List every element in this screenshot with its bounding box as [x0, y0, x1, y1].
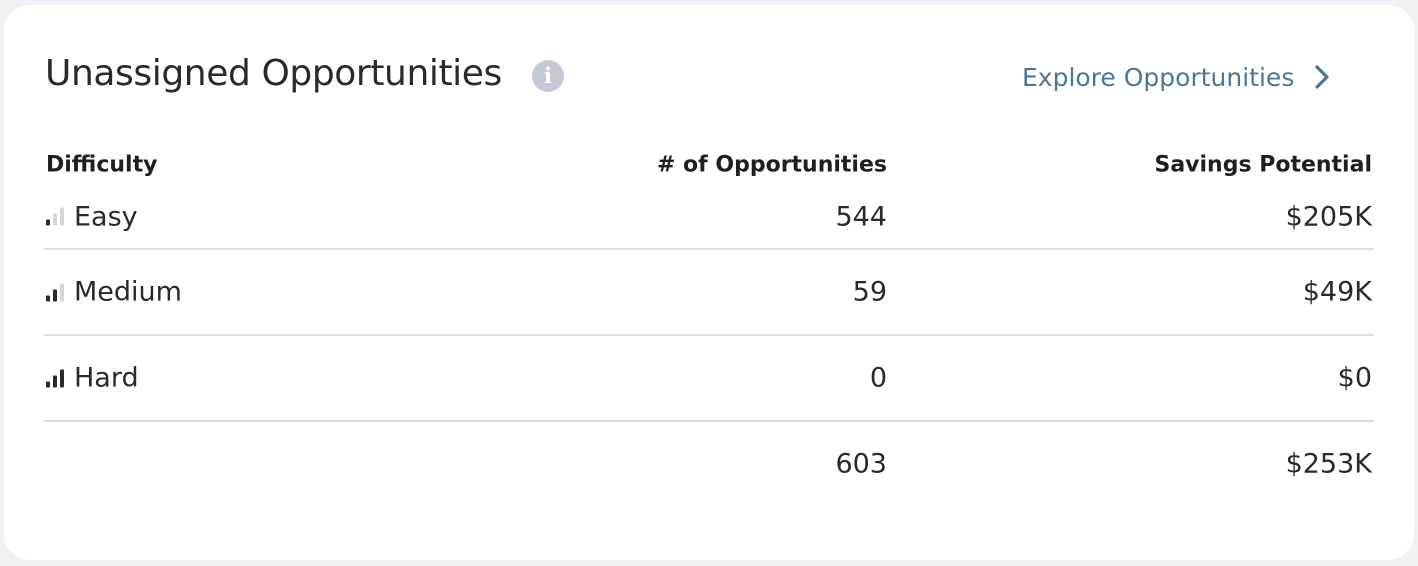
- chevron-right-icon: [1312, 62, 1336, 92]
- difficulty-label: Medium: [74, 276, 182, 308]
- difficulty-cell: Easy: [46, 201, 138, 232]
- difficulty-medium-icon: [46, 283, 64, 301]
- total-row: 603 $253K: [44, 422, 1374, 506]
- savings-cell: $0: [1337, 362, 1372, 394]
- difficulty-hard-icon: [46, 369, 64, 387]
- table-row: Hard 0 $0: [44, 336, 1374, 422]
- header-savings: Savings Potential: [1154, 152, 1372, 178]
- table-row: Easy 544 $205K: [44, 185, 1374, 250]
- card-title: Unassigned Opportunities: [45, 53, 502, 94]
- opportunities-table: Difficulty # of Opportunities Savings Po…: [44, 145, 1374, 506]
- count-cell: 544: [835, 201, 887, 232]
- explore-opportunities-label: Explore Opportunities: [1022, 62, 1295, 92]
- count-cell: 0: [869, 362, 887, 394]
- info-icon[interactable]: i: [532, 60, 564, 92]
- difficulty-cell: Medium: [46, 277, 182, 308]
- table-header: Difficulty # of Opportunities Savings Po…: [44, 145, 1374, 185]
- difficulty-label: Hard: [74, 362, 139, 394]
- savings-cell: $205K: [1285, 201, 1372, 232]
- difficulty-cell: Hard: [46, 363, 139, 394]
- header-count: # of Opportunities: [656, 152, 887, 178]
- difficulty-easy-icon: [46, 207, 64, 226]
- explore-opportunities-link[interactable]: Explore Opportunities: [1022, 57, 1336, 97]
- savings-cell: $49K: [1302, 276, 1372, 308]
- table-row: Medium 59 $49K: [44, 250, 1374, 336]
- total-count: 603: [835, 448, 887, 480]
- total-savings: $253K: [1285, 448, 1372, 480]
- difficulty-label: Easy: [74, 201, 138, 232]
- count-cell: 59: [852, 276, 887, 308]
- header-difficulty: Difficulty: [46, 152, 158, 178]
- unassigned-opportunities-card: Unassigned Opportunities i Explore Oppor…: [4, 5, 1414, 560]
